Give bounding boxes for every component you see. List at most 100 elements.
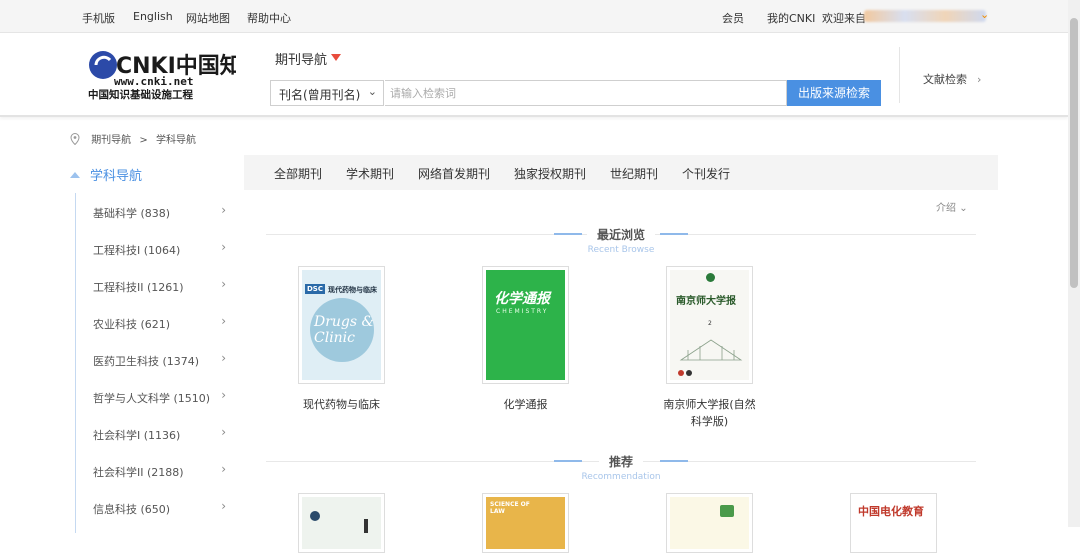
header-divider	[899, 47, 900, 103]
header: CNKI中国知网 www.cnki.net 中国知识基础设施工程 期刊导航 刊名…	[0, 33, 1068, 117]
cover-en-title: CHEMISTRY	[496, 308, 549, 315]
triangle-down-icon[interactable]	[331, 54, 341, 61]
mobile-link[interactable]: 手机版	[82, 10, 115, 26]
location-pin-icon	[70, 133, 80, 145]
search-field-select[interactable]: 刊名(曾用刊名) ⌄	[270, 80, 384, 106]
recent-title: 最近浏览	[586, 228, 655, 242]
cover-building-graphic	[679, 339, 743, 361]
sidebar-item[interactable]: 信息科技 (650) ›	[93, 499, 228, 517]
search-field-value: 刊名(曾用刊名)	[279, 88, 361, 102]
cover-mark	[720, 505, 734, 517]
source-search-button[interactable]: 出版来源检索	[787, 80, 881, 106]
sidebar-item[interactable]: 工程科技I (1064) ›	[93, 240, 228, 258]
search-input[interactable]	[385, 80, 787, 106]
logo-sub-text: 中国知识基础设施工程	[88, 88, 193, 101]
cover-image: DSC 现代药物与临床 Drugs & Clinic	[302, 270, 381, 380]
recommend-section-header: 推荐 Recommendation	[266, 451, 976, 482]
cover-image: 南京师大学报 2	[670, 270, 749, 380]
journal-title[interactable]: 化学通报	[482, 396, 569, 413]
cover-dot	[678, 370, 684, 376]
chevron-right-icon: ›	[221, 240, 226, 254]
sidebar-title[interactable]: 学科导航	[70, 165, 142, 184]
journal-cover[interactable]	[666, 493, 753, 553]
recommend-subtitle: Recommendation	[581, 472, 661, 482]
sitemap-link[interactable]: 网站地图	[186, 10, 230, 26]
top-bar: 手机版 English 网站地图 帮助中心 会员 我的CNKI 欢迎来自 ⌄	[0, 0, 1080, 33]
journal-cover[interactable]: 化学通报 CHEMISTRY	[482, 266, 569, 384]
chevron-right-icon: ›	[221, 388, 226, 402]
sidebar-item-label: 社会科学II (2188)	[93, 466, 184, 479]
cnki-logo-graphic: CNKI中国知网 www.cnki.net 中国知识基础设施工程	[88, 51, 264, 101]
cover-title: 现代药物与临床	[328, 286, 377, 294]
tab-exclusive[interactable]: 独家授权期刊	[514, 165, 586, 182]
subject-sidebar: 基础科学 (838) › 工程科技I (1064) › 工程科技II (1261) ›…	[75, 193, 228, 533]
cover-image: 中国电化教育	[854, 497, 933, 549]
member-link[interactable]: 会员	[722, 10, 744, 26]
chevron-right-icon: ›	[221, 203, 226, 217]
sidebar-item[interactable]: 基础科学 (838) ›	[93, 203, 228, 221]
journal-title[interactable]: 现代药物与临床	[298, 396, 385, 413]
section-accent	[660, 233, 688, 235]
chevron-right-icon: ›	[221, 277, 226, 291]
scrollbar-thumb[interactable]	[1070, 18, 1078, 288]
tab-all-journals[interactable]: 全部期刊	[274, 165, 322, 182]
cover-image	[302, 497, 381, 549]
page-scrollbar[interactable]	[1068, 0, 1080, 527]
breadcrumb-item-subject-nav[interactable]: 学科导航	[156, 135, 196, 146]
cover-title: 化学通报	[494, 291, 550, 307]
section-accent	[660, 460, 688, 462]
literature-search-link[interactable]: 文献检索 ›	[923, 71, 981, 87]
cover-dot	[686, 370, 692, 376]
intro-label: 介绍	[936, 203, 956, 214]
chevron-down-icon[interactable]: ⌄	[980, 8, 989, 21]
tab-individual-issue[interactable]: 个刊发行	[682, 165, 730, 182]
tab-century-journals[interactable]: 世纪期刊	[610, 165, 658, 182]
journal-cover[interactable]: 南京师大学报 2	[666, 266, 753, 384]
recent-section-header: 最近浏览 Recent Browse	[266, 224, 976, 255]
chevron-right-icon: ›	[221, 425, 226, 439]
breadcrumb-separator: >	[139, 135, 148, 146]
sidebar-item-label: 哲学与人文科学 (1510)	[93, 392, 211, 405]
english-link[interactable]: English	[133, 10, 173, 23]
chevron-down-icon: ⌄	[959, 203, 968, 214]
journal-nav-label[interactable]: 期刊导航	[275, 49, 327, 68]
cover-image: 化学通报 CHEMISTRY	[486, 270, 565, 380]
cover-mark	[364, 519, 368, 533]
breadcrumb-item-journal-nav[interactable]: 期刊导航	[91, 135, 131, 146]
my-cnki-link[interactable]: 我的CNKI	[767, 10, 815, 26]
journal-cover[interactable]: SCIENCE OF LAW	[482, 493, 569, 553]
sidebar-item[interactable]: 哲学与人文科学 (1510) ›	[93, 388, 228, 406]
sidebar-item[interactable]: 医药卫生科技 (1374) ›	[93, 351, 228, 369]
sidebar-item[interactable]: 社会科学II (2188) ›	[93, 462, 228, 480]
journal-cover[interactable]: DSC 现代药物与临床 Drugs & Clinic	[298, 266, 385, 384]
chevron-right-icon: ›	[221, 351, 226, 365]
recent-subtitle: Recent Browse	[587, 245, 655, 255]
sidebar-item-label: 农业科技 (621)	[93, 318, 171, 331]
cover-badge: DSC	[305, 284, 325, 294]
sidebar-item-label: 基础科学 (838)	[93, 207, 171, 220]
sidebar-item[interactable]: 农业科技 (621) ›	[93, 314, 228, 332]
sidebar-item-label: 信息科技 (650)	[93, 503, 171, 516]
cover-issue: 2	[708, 320, 712, 327]
sidebar-item-label: 医药卫生科技 (1374)	[93, 355, 200, 368]
help-center-link[interactable]: 帮助中心	[247, 10, 291, 26]
breadcrumb: 期刊导航 > 学科导航	[70, 131, 196, 146]
cover-en-title: Drugs & Clinic	[314, 314, 374, 346]
journal-cover[interactable]	[298, 493, 385, 553]
chevron-right-icon: ›	[221, 499, 226, 513]
cover-image	[670, 497, 749, 549]
chevron-right-icon: ›	[221, 314, 226, 328]
tab-academic-journals[interactable]: 学术期刊	[346, 165, 394, 182]
sidebar-item[interactable]: 社会科学I (1136) ›	[93, 425, 228, 443]
chevron-down-icon: ⌄	[367, 85, 377, 98]
institution-name[interactable]	[864, 10, 986, 22]
chevron-right-icon: ›	[221, 462, 226, 476]
cnki-logo[interactable]: CNKI中国知网 www.cnki.net 中国知识基础设施工程	[86, 45, 264, 101]
journal-tabs: 全部期刊 学术期刊 网络首发期刊 独家授权期刊 世纪期刊 个刊发行	[244, 155, 998, 190]
tab-online-first[interactable]: 网络首发期刊	[418, 165, 490, 182]
journal-title[interactable]: 南京师大学报(自然科学版)	[660, 396, 759, 430]
chevron-right-icon: ›	[977, 73, 982, 86]
journal-cover[interactable]: 中国电化教育	[850, 493, 937, 553]
intro-toggle[interactable]: 介绍 ⌄	[936, 199, 968, 214]
sidebar-item[interactable]: 工程科技II (1261) ›	[93, 277, 228, 295]
